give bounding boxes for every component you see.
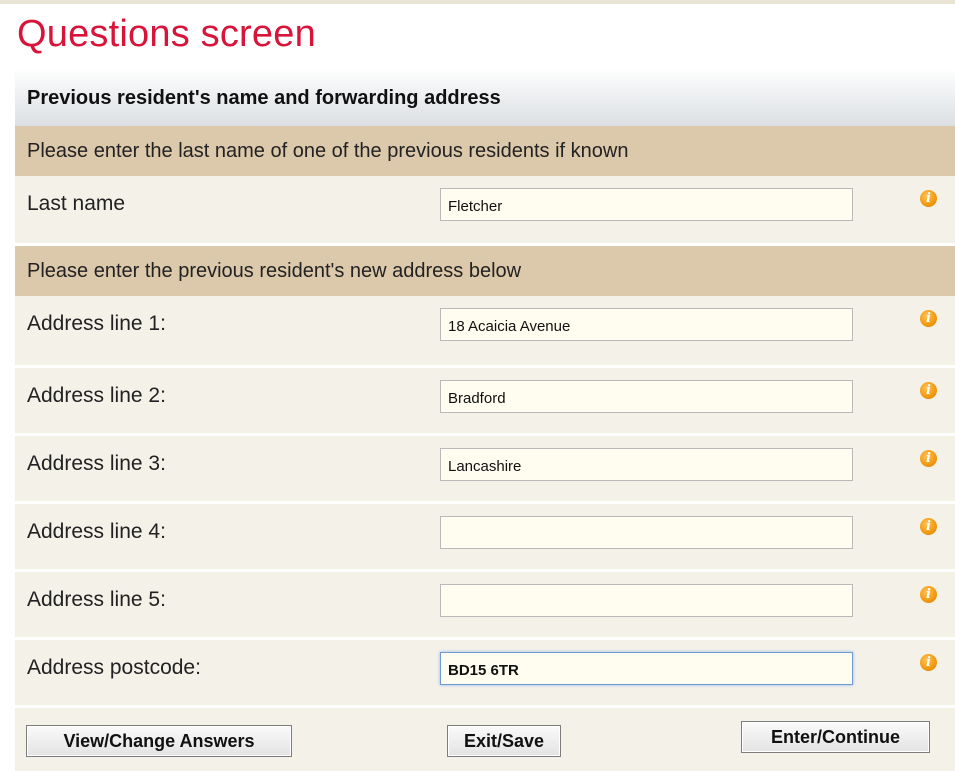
address-line-4-label: Address line 4: bbox=[27, 520, 166, 543]
questions-panel: Previous resident's name and forwarding … bbox=[15, 68, 955, 771]
address-instruction: Please enter the previous resident's new… bbox=[15, 246, 955, 296]
last-name-label: Last name bbox=[27, 192, 126, 215]
field-row-last-name: Last name i bbox=[15, 176, 955, 246]
info-icon[interactable]: i bbox=[920, 654, 937, 671]
view-change-answers-button[interactable]: View/Change Answers bbox=[26, 725, 292, 757]
info-icon[interactable]: i bbox=[920, 518, 937, 535]
address-line-5-input[interactable] bbox=[440, 584, 853, 617]
address-line-2-label: Address line 2: bbox=[27, 384, 166, 407]
last-name-instruction-text: Please enter the last name of one of the… bbox=[27, 140, 629, 162]
field-row-address-line-3: Address line 3: i bbox=[15, 436, 955, 504]
enter-continue-button[interactable]: Enter/Continue bbox=[741, 721, 930, 753]
section-title: Previous resident's name and forwarding … bbox=[27, 87, 501, 109]
address-line-3-input[interactable] bbox=[440, 448, 853, 481]
field-row-address-line-5: Address line 5: i bbox=[15, 572, 955, 640]
address-line-1-label: Address line 1: bbox=[27, 312, 166, 335]
address-line-5-label: Address line 5: bbox=[27, 588, 166, 611]
button-bar: View/Change Answers Exit/Save Enter/Cont… bbox=[15, 708, 955, 771]
info-icon[interactable]: i bbox=[920, 310, 937, 327]
address-postcode-label: Address postcode: bbox=[27, 656, 201, 679]
address-instruction-text: Please enter the previous resident's new… bbox=[27, 260, 522, 282]
address-line-3-label: Address line 3: bbox=[27, 452, 166, 475]
section-header: Previous resident's name and forwarding … bbox=[15, 68, 955, 127]
info-icon[interactable]: i bbox=[920, 190, 937, 207]
address-line-2-input[interactable] bbox=[440, 380, 853, 413]
field-row-address-line-4: Address line 4: i bbox=[15, 504, 955, 572]
page-title: Questions screen bbox=[17, 13, 316, 55]
field-row-address-postcode: Address postcode: i bbox=[15, 640, 955, 708]
field-row-address-line-1: Address line 1: i bbox=[15, 296, 955, 368]
info-icon[interactable]: i bbox=[920, 382, 937, 399]
last-name-instruction: Please enter the last name of one of the… bbox=[15, 126, 955, 176]
exit-save-button[interactable]: Exit/Save bbox=[447, 725, 561, 757]
info-icon[interactable]: i bbox=[920, 450, 937, 467]
address-line-4-input[interactable] bbox=[440, 516, 853, 549]
field-row-address-line-2: Address line 2: i bbox=[15, 368, 955, 436]
info-icon[interactable]: i bbox=[920, 586, 937, 603]
last-name-input[interactable] bbox=[440, 188, 853, 221]
top-frame bbox=[0, 0, 955, 4]
address-line-1-input[interactable] bbox=[440, 308, 853, 341]
address-postcode-input[interactable] bbox=[440, 652, 853, 685]
